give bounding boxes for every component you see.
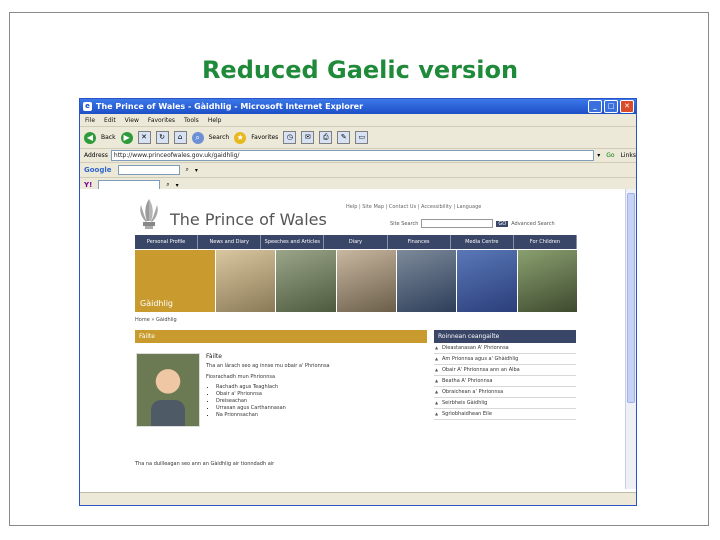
article-intro: Tha an làrach seo ag innse mu obair a' P… [206, 363, 330, 369]
related-item[interactable]: Dleastanasan A' Phrionnsa [434, 343, 576, 354]
forward-arrow-icon[interactable]: ▶ [120, 131, 133, 144]
go-button[interactable]: Go [603, 152, 617, 159]
banner: Gàidhlig [135, 250, 577, 312]
links-button[interactable]: Links [621, 152, 636, 159]
banner-photo [516, 250, 577, 312]
nav-news[interactable]: News and Diary [198, 235, 262, 249]
slide-title: Reduced Gaelic version [201, 56, 519, 84]
search-button-label[interactable]: Search [209, 134, 230, 141]
site-search: Site Search GO Advanced Search [390, 219, 555, 228]
banner-photo [456, 250, 517, 312]
standard-toolbar: ◀ Back ▶ ✕ ↻ ⌂ ⌕ Search ★ Favorites ◷ ✉ … [80, 127, 636, 149]
menu-favorites[interactable]: Favorites [148, 117, 175, 124]
nav-media-centre[interactable]: Media Centre [451, 235, 514, 249]
related-item[interactable]: Seirbheis Gàidhlig [434, 398, 576, 409]
site-search-input[interactable] [421, 219, 494, 228]
browser-window: e The Prince of Wales - Gàidhlig - Micro… [79, 98, 637, 506]
search-icon[interactable]: ⌕ [191, 131, 204, 144]
nav-for-children[interactable]: For Children [514, 235, 577, 249]
list-item[interactable]: Obair a' Phrionnsa [216, 391, 426, 398]
favorites-button-label[interactable]: Favorites [251, 134, 278, 141]
address-label: Address [84, 152, 108, 159]
article-heading: Fàilte [206, 353, 222, 360]
prince-portrait-image [136, 353, 200, 427]
related-sections: Roinnean ceangailte Dleastanasan A' Phri… [434, 330, 576, 420]
breadcrumb[interactable]: Home » Gàidhlig [135, 317, 177, 323]
menu-edit[interactable]: Edit [104, 117, 116, 124]
nav-diary[interactable]: Diary [324, 235, 388, 249]
maximize-button[interactable]: □ [604, 100, 618, 113]
scrollbar-thumb[interactable] [627, 193, 635, 403]
back-button-label[interactable]: Back [101, 134, 116, 141]
minimize-button[interactable]: _ [588, 100, 602, 113]
list-item[interactable]: Dreiseachan [216, 398, 426, 405]
related-item[interactable]: Am Prionnsa agus a' Ghàidhlig [434, 354, 576, 365]
toolbar-dropdown-icon[interactable]: ▾ [176, 182, 179, 189]
menu-view[interactable]: View [125, 117, 139, 124]
advanced-search-link[interactable]: Advanced Search [511, 221, 554, 227]
refresh-icon[interactable]: ↻ [155, 131, 169, 144]
banner-label: Gàidhlig [135, 250, 215, 312]
menu-bar: File Edit View Favorites Tools Help [80, 114, 636, 127]
article: Fàilte Tha an làrach seo ag innse mu oba… [206, 353, 426, 419]
site-top-links[interactable]: Help | Site Map | Contact Us | Accessibi… [346, 204, 481, 210]
banner-photo [335, 250, 396, 312]
prince-of-wales-feathers-icon [140, 199, 158, 229]
section-title: Fàilte [135, 330, 427, 343]
window-titlebar: e The Prince of Wales - Gàidhlig - Micro… [80, 99, 636, 114]
google-search-icon[interactable]: ⌕ [186, 166, 189, 174]
related-title: Roinnean ceangailte [434, 330, 576, 343]
address-bar: Address http://www.princeofwales.gov.uk/… [80, 149, 636, 163]
history-icon[interactable]: ◷ [283, 131, 297, 144]
related-item[interactable]: Beatha A' Phrionnsa [434, 376, 576, 387]
site-search-go-button[interactable]: GO [496, 220, 509, 227]
window-title: The Prince of Wales - Gàidhlig - Microso… [96, 102, 364, 111]
google-search-input[interactable] [117, 165, 180, 175]
favorites-star-icon[interactable]: ★ [234, 131, 247, 144]
stop-icon[interactable]: ✕ [137, 131, 151, 144]
back-arrow-icon[interactable]: ◀ [84, 131, 96, 144]
folder-icon[interactable]: ▭ [355, 131, 369, 144]
menu-tools[interactable]: Tools [184, 117, 199, 124]
list-item[interactable]: Urrasan agus Carthannasan [216, 405, 426, 412]
status-bar [80, 492, 636, 505]
mail-icon[interactable]: ✉ [301, 131, 315, 144]
home-icon[interactable]: ⌂ [173, 131, 187, 144]
site-name[interactable]: The Prince of Wales [170, 210, 327, 229]
close-button[interactable]: ✕ [620, 100, 634, 113]
nav-personal-profile[interactable]: Personal Profile [135, 235, 199, 249]
ie-logo-icon: e [83, 102, 92, 111]
address-input[interactable]: http://www.princeofwales.gov.uk/gaidhlig… [110, 150, 595, 161]
related-item[interactable]: Obraichean a' Phrionnsa [434, 387, 576, 398]
banner-photo [395, 250, 457, 312]
footer-note: Tha na duilleagan seo ann an Gàidhlig ai… [135, 461, 275, 467]
toolbar-dropdown-icon[interactable]: ▾ [195, 167, 198, 174]
article-list-heading: Fiosrachadh mun Phrionnsa [206, 374, 276, 380]
article-list: Rachadh agus Teaghlach Obair a' Phrionns… [206, 384, 426, 419]
list-item[interactable]: Rachadh agus Teaghlach [216, 384, 426, 391]
nav-speeches[interactable]: Speeches and Articles [261, 235, 325, 249]
related-item[interactable]: Obair A' Phrionnsa ann an Alba [434, 365, 576, 376]
page-content: The Prince of Wales Help | Site Map | Co… [80, 189, 626, 489]
banner-photo [215, 250, 276, 312]
list-item[interactable]: Na Prionnsachan [216, 412, 426, 419]
google-toolbar: Google ⌕ ▾ [80, 163, 636, 178]
banner-photo [275, 250, 336, 312]
nav-finances[interactable]: Finances [388, 235, 451, 249]
print-icon[interactable]: ⎙ [319, 131, 333, 144]
google-logo[interactable]: Google [84, 166, 112, 174]
yahoo-search-icon[interactable]: ⌕ [166, 181, 169, 189]
menu-file[interactable]: File [85, 117, 95, 124]
site-search-label: Site Search [390, 220, 419, 227]
related-item[interactable]: Sgrìobhaidhean Eile [434, 409, 576, 420]
address-dropdown-icon[interactable]: ▾ [597, 152, 600, 159]
vertical-scrollbar[interactable] [625, 189, 636, 489]
site-nav: Personal Profile News and Diary Speeches… [135, 235, 577, 249]
edit-icon[interactable]: ✎ [337, 131, 351, 144]
menu-help[interactable]: Help [208, 117, 222, 124]
yahoo-logo[interactable]: Y! [84, 181, 92, 189]
